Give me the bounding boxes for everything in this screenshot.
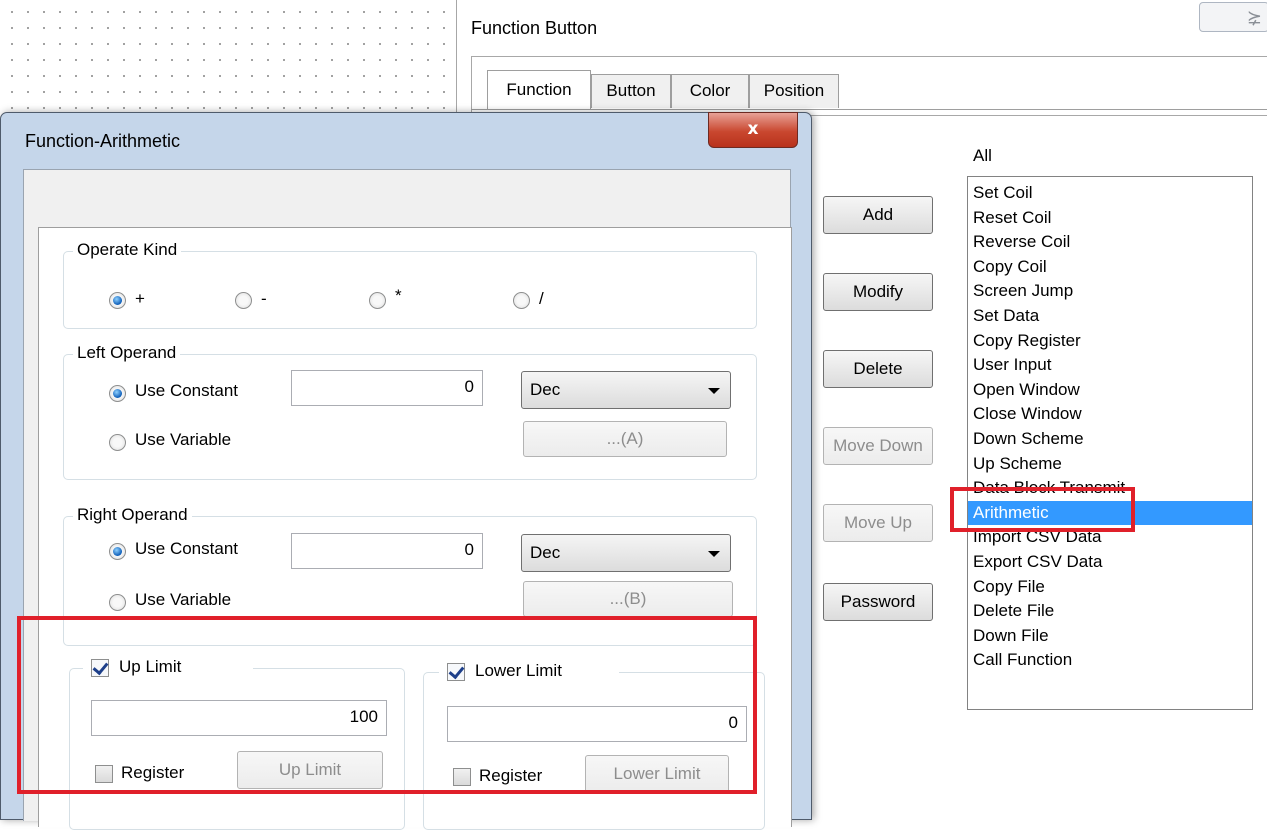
operator-divide-label: / [539, 289, 544, 308]
left-use-variable-radio[interactable] [109, 434, 126, 451]
left-format-select[interactable]: Dec [521, 371, 731, 409]
operator-plus-radio[interactable] [109, 292, 126, 309]
right-format-select[interactable]: Dec [521, 534, 731, 572]
operator-minus-radio[interactable] [235, 292, 252, 309]
operator-divide-radio[interactable] [513, 292, 530, 309]
close-icon[interactable]: ⪲ [1199, 2, 1267, 32]
list-item[interactable]: Down Scheme [968, 427, 1252, 452]
tab-button[interactable]: Button [591, 74, 671, 108]
right-operand-label: Right Operand [73, 505, 192, 525]
left-constant-input[interactable]: 0 [291, 370, 483, 406]
add-button[interactable]: Add [823, 196, 933, 234]
operator-plus-label: + [135, 289, 145, 308]
chevron-down-icon [708, 388, 720, 394]
right-use-constant-label: Use Constant [135, 539, 238, 558]
list-item[interactable]: Copy File [968, 575, 1252, 600]
move-down-button[interactable]: Move Down [823, 427, 933, 465]
function-arithmetic-dialog: Function-Arithmetic x Operate Kind + - *… [0, 112, 812, 830]
right-use-variable-label: Use Variable [135, 590, 232, 609]
operate-kind-group [63, 251, 757, 329]
function-list[interactable]: Set Coil Reset Coil Reverse Coil Copy Co… [967, 176, 1253, 710]
list-item[interactable]: Close Window [968, 402, 1252, 427]
list-item[interactable]: User Input [968, 353, 1252, 378]
dialog-title: Function-Arithmetic [25, 131, 181, 151]
password-button[interactable]: Password [823, 583, 933, 621]
arithmetic-highlight-box [950, 487, 1135, 532]
left-use-constant-label: Use Constant [135, 381, 238, 400]
list-item[interactable]: Screen Jump [968, 279, 1252, 304]
right-constant-input[interactable]: 0 [291, 533, 483, 569]
function-button-titlebar: Function Button ⪲ [457, 0, 1267, 48]
list-item[interactable]: Down File [968, 624, 1252, 649]
right-format-value: Dec [530, 543, 561, 562]
right-use-variable-radio[interactable] [109, 594, 126, 611]
right-variable-button[interactable]: ...(B) [523, 581, 733, 617]
list-item[interactable]: Up Scheme [968, 452, 1252, 477]
list-item[interactable]: Reverse Coil [968, 230, 1252, 255]
list-item[interactable]: Copy Register [968, 329, 1252, 354]
right-use-constant-radio[interactable] [109, 543, 126, 560]
operator-minus-label: - [261, 289, 267, 308]
left-variable-button[interactable]: ...(A) [523, 421, 727, 457]
operator-multiply-radio[interactable] [369, 292, 386, 309]
function-list-label: All [973, 146, 992, 165]
left-operand-label: Left Operand [73, 343, 181, 363]
close-icon[interactable]: x [708, 112, 798, 148]
left-use-constant-radio[interactable] [109, 385, 126, 402]
list-item[interactable]: Call Function [968, 648, 1252, 673]
tab-function[interactable]: Function [487, 70, 591, 110]
list-item[interactable]: Reset Coil [968, 206, 1252, 231]
left-format-value: Dec [530, 380, 561, 399]
list-item[interactable]: Set Coil [968, 181, 1252, 206]
design-canvas[interactable] [0, 0, 456, 110]
tab-color[interactable]: Color [671, 74, 749, 108]
modify-button[interactable]: Modify [823, 273, 933, 311]
move-up-button[interactable]: Move Up [823, 504, 933, 542]
chevron-down-icon [708, 551, 720, 557]
list-item[interactable]: Set Data [968, 304, 1252, 329]
operate-kind-label: Operate Kind [73, 240, 182, 260]
delete-button[interactable]: Delete [823, 350, 933, 388]
window-title: Function Button [471, 18, 598, 38]
tab-divider [471, 109, 1267, 110]
limits-highlight-box [17, 616, 757, 794]
list-item[interactable]: Open Window [968, 378, 1252, 403]
left-use-variable-label: Use Variable [135, 430, 232, 449]
list-item[interactable]: Export CSV Data [968, 550, 1252, 575]
list-item[interactable]: Copy Coil [968, 255, 1252, 280]
list-item[interactable]: Delete File [968, 599, 1252, 624]
operator-multiply-label: * [395, 286, 402, 305]
tab-position[interactable]: Position [749, 74, 839, 108]
